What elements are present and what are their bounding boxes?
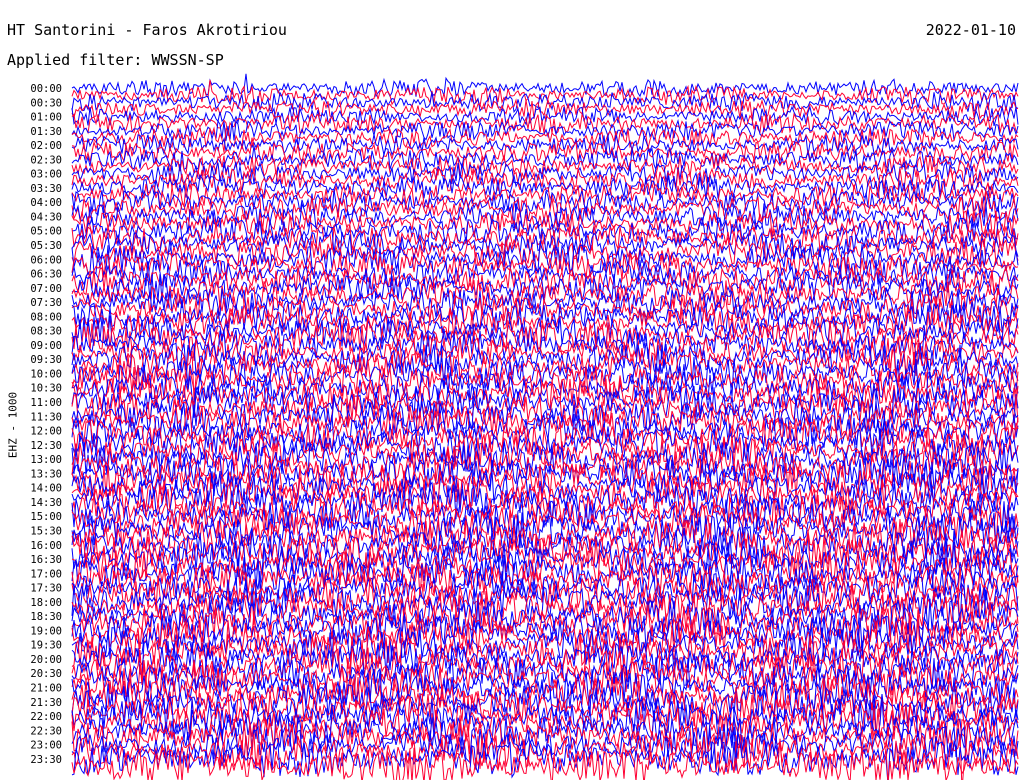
time-tick-label: 20:30 — [30, 668, 62, 680]
time-tick-label: 10:00 — [30, 369, 62, 381]
time-tick-label: 03:00 — [30, 169, 62, 181]
time-tick-label: 00:00 — [30, 83, 62, 95]
time-tick-label: 06:30 — [30, 269, 62, 281]
time-tick-label: 23:00 — [30, 740, 62, 752]
time-tick-label: 05:00 — [30, 226, 62, 238]
time-tick-labels: 00:00 00:30 01:00 01:30 02:00 02:30 03:00 03:30… — [30, 83, 62, 766]
time-tick-label: 18:00 — [30, 597, 62, 609]
time-tick-label: 15:30 — [30, 526, 62, 538]
time-tick-label: 12:00 — [30, 426, 62, 438]
time-tick-label: 21:30 — [30, 697, 62, 709]
time-tick-label: 13:00 — [30, 454, 62, 466]
time-tick-label: 01:30 — [30, 126, 62, 138]
time-tick-label: 08:00 — [30, 311, 62, 323]
time-tick-label: 07:30 — [30, 297, 62, 309]
time-tick-label: 23:30 — [30, 754, 62, 766]
time-tick-label: 01:00 — [30, 112, 62, 124]
time-tick-label: 07:00 — [30, 283, 62, 295]
time-tick-label: 22:00 — [30, 711, 62, 723]
time-tick-label: 19:00 — [30, 625, 62, 637]
time-tick-label: 03:30 — [30, 183, 62, 195]
time-tick-label: 09:00 — [30, 340, 62, 352]
time-tick-label: 17:00 — [30, 568, 62, 580]
time-tick-label: 21:00 — [30, 683, 62, 695]
time-tick-label: 04:30 — [30, 212, 62, 224]
time-tick-label: 13:30 — [30, 468, 62, 480]
time-tick-label: 14:00 — [30, 483, 62, 495]
time-tick-label: 09:30 — [30, 354, 62, 366]
time-tick-label: 06:00 — [30, 254, 62, 266]
time-tick-label: 18:30 — [30, 611, 62, 623]
time-tick-label: 00:30 — [30, 97, 62, 109]
time-tick-label: 17:30 — [30, 583, 62, 595]
time-tick-label: 02:00 — [30, 140, 62, 152]
time-tick-label: 22:30 — [30, 725, 62, 737]
time-tick-label: 11:00 — [30, 397, 62, 409]
time-tick-label: 11:30 — [30, 411, 62, 423]
time-tick-label: 02:30 — [30, 154, 62, 166]
time-tick-label: 14:30 — [30, 497, 62, 509]
time-tick-label: 16:00 — [30, 540, 62, 552]
helicorder-plot: 00:00 00:30 01:00 01:30 02:00 02:30 03:00 03:30… — [30, 73, 1019, 780]
time-tick-label: 12:30 — [30, 440, 62, 452]
traces-layer — [71, 73, 1019, 780]
time-tick-label: 05:30 — [30, 240, 62, 252]
time-tick-label: 16:30 — [30, 554, 62, 566]
time-tick-label: 19:30 — [30, 640, 62, 652]
time-tick-label: 10:30 — [30, 383, 62, 395]
helicorder-page: HT Santorini - Faros Akrotiriou 2022-01-… — [0, 0, 1024, 780]
time-tick-label: 20:00 — [30, 654, 62, 666]
seismic-trace — [71, 482, 1019, 521]
time-tick-label: 04:00 — [30, 197, 62, 209]
time-tick-label: 15:00 — [30, 511, 62, 523]
time-tick-label: 08:30 — [30, 326, 62, 338]
